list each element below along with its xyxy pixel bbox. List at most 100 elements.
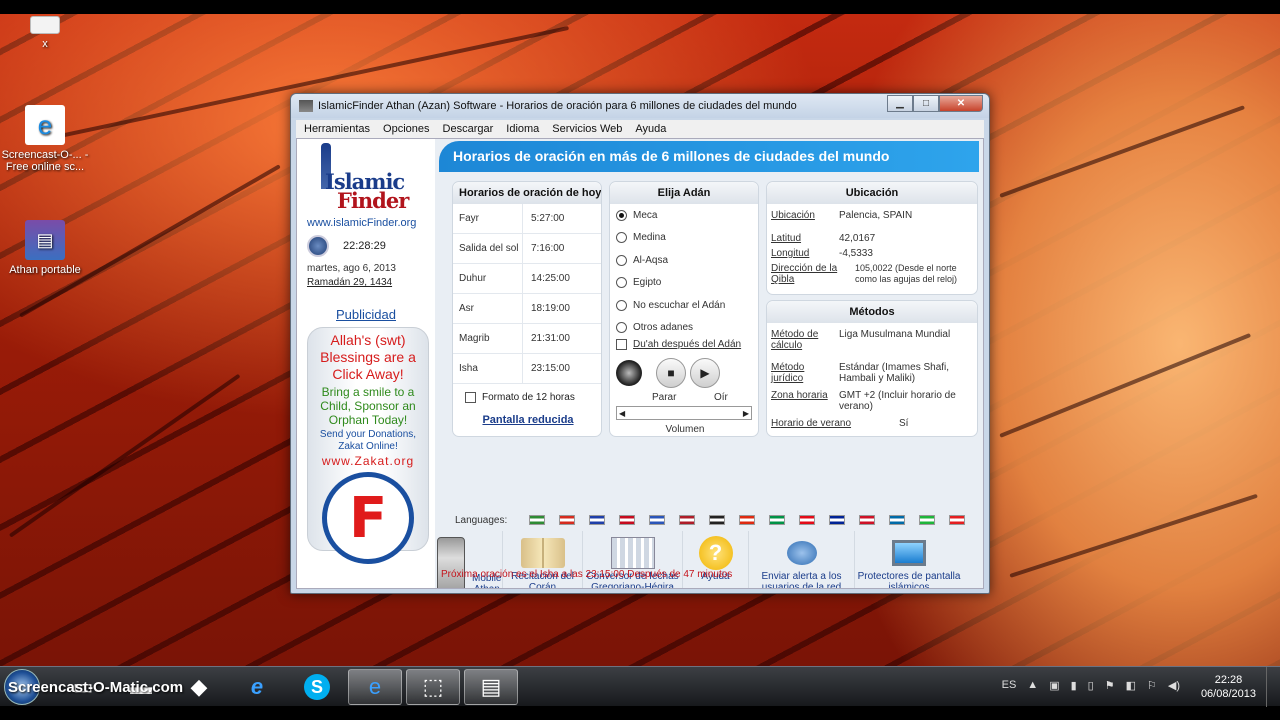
calendar-icon — [610, 535, 655, 571]
language-flag-icon[interactable] — [769, 515, 786, 525]
shortcut-screensavers[interactable]: Protectores de pantalla islámicos — [855, 531, 963, 588]
language-indicator[interactable]: ES — [1002, 679, 1017, 692]
radio-otros[interactable]: Otros adanes — [610, 317, 758, 340]
radio-no-adhan[interactable]: No escuchar el Adán — [610, 294, 758, 317]
radio-egipto[interactable]: Egipto — [610, 272, 758, 295]
radio-medina[interactable]: Medina — [610, 227, 758, 250]
play-button[interactable]: ▶ — [690, 358, 720, 389]
languages-label: Languages: — [455, 514, 508, 526]
volume-slider[interactable]: ◀ ▶ — [616, 406, 752, 420]
close-button[interactable]: ✕ — [939, 95, 983, 112]
shortcut-help[interactable]: ? Ayuda — [683, 531, 749, 588]
radio-meca[interactable]: Meca — [610, 204, 758, 227]
maximize-button[interactable]: □ — [913, 95, 939, 112]
taskbar-clock[interactable]: 22:28 06/08/2013 — [1201, 673, 1256, 701]
menu-ayuda[interactable]: Ayuda — [635, 123, 666, 135]
internet-explorer-icon: e — [25, 105, 65, 145]
radio-button[interactable] — [616, 254, 627, 266]
menu-descargar[interactable]: Descargar — [443, 123, 494, 135]
field-key[interactable]: Método jurídico — [771, 362, 839, 384]
radio-button[interactable] — [616, 322, 627, 334]
tray-app-icon[interactable]: ◧ — [1126, 679, 1136, 692]
minimize-button[interactable]: ▁ — [887, 95, 913, 112]
prayer-name: Fayr — [453, 204, 523, 233]
menu-idioma[interactable]: Idioma — [506, 123, 539, 135]
language-flag-icon[interactable] — [649, 515, 666, 525]
reduced-view-link[interactable]: Pantalla reducida — [453, 414, 603, 426]
radio-button[interactable] — [616, 299, 627, 311]
hijri-date[interactable]: Ramadán 29, 1434 — [307, 277, 392, 288]
field-key[interactable]: Longitud — [771, 248, 839, 259]
site-url[interactable]: www.islamicFinder.org — [307, 217, 416, 229]
wallpaper-script-stroke — [8, 373, 241, 538]
dua-checkbox[interactable]: Du'ah después del Adán — [610, 339, 758, 350]
desktop-icon-athan[interactable]: ▤ Athan portable — [0, 220, 90, 276]
radio-button[interactable] — [616, 232, 627, 244]
field-value: Sí — [899, 418, 909, 429]
checkbox-box[interactable] — [616, 339, 627, 350]
shortcut-quran[interactable]: Recitación del Corán — [503, 531, 583, 588]
language-flag-icon[interactable] — [619, 515, 636, 525]
field-key[interactable]: Zona horaria — [771, 390, 839, 412]
shortcut-mobile-athan[interactable]: Mobile Athan — [437, 531, 503, 588]
tray-app-icon[interactable]: ▣ — [1049, 679, 1059, 692]
current-date: martes, ago 6, 2013 — [307, 263, 396, 274]
slider-right-arrow-icon[interactable]: ▶ — [743, 409, 749, 418]
show-desktop-button[interactable] — [1266, 667, 1280, 707]
play-icon: ▶ — [700, 366, 710, 381]
language-flag-icon[interactable] — [949, 515, 966, 525]
taskbar: ▭ ▬ ◆ e S e ⬚ ▤ Screencast-O-Matic.com E… — [0, 666, 1280, 707]
field-key[interactable]: Método de cálculo — [771, 329, 839, 351]
language-flag-icon[interactable] — [799, 515, 816, 525]
stop-button[interactable]: ■ — [656, 358, 686, 389]
shortcut-network-alert[interactable]: Enviar alerta a los usuarios de la red — [749, 531, 855, 588]
network-icon[interactable]: ▮ — [1071, 679, 1077, 692]
language-flag-icon[interactable] — [559, 515, 576, 525]
field-key[interactable]: Ubicación — [771, 210, 839, 221]
taskbar-screencast[interactable]: ⬚ — [406, 669, 460, 705]
radio-button[interactable] — [616, 277, 627, 289]
language-flag-icon[interactable] — [679, 515, 696, 525]
language-flag-icon[interactable] — [919, 515, 936, 525]
field-key[interactable]: Horario de verano — [771, 418, 899, 429]
tray-delete-icon[interactable]: ▯ — [1088, 679, 1094, 692]
tray-expand-icon[interactable]: ▲ — [1027, 679, 1038, 692]
shortcut-date-converter[interactable]: Conversor de fechas Gregoriano-Hégira — [583, 531, 683, 588]
field-key[interactable]: Dirección de la Qibla — [771, 263, 855, 285]
checkbox-box[interactable] — [465, 392, 476, 403]
radio-button[interactable] — [616, 209, 627, 221]
radio-label: Meca — [633, 209, 658, 221]
window-titlebar[interactable]: IslamicFinder Athan (Azan) Software - Ho… — [291, 94, 989, 118]
language-flag-icon[interactable] — [829, 515, 846, 525]
field-key[interactable]: Latitud — [771, 233, 839, 244]
taskbar-athan[interactable]: ▤ — [464, 669, 518, 705]
publicidad-link[interactable]: Publicidad — [297, 307, 435, 322]
language-flag-icon[interactable] — [859, 515, 876, 525]
left-column: Islamic Finder www.islamicFinder.org 22:… — [297, 139, 435, 588]
radio-al-aqsa[interactable]: Al-Aqsa — [610, 249, 758, 272]
islamicfinder-logo[interactable]: Islamic Finder — [317, 143, 417, 215]
menu-herramientas[interactable]: Herramientas — [304, 123, 370, 135]
language-flag-icon[interactable] — [889, 515, 906, 525]
slider-left-arrow-icon[interactable]: ◀ — [619, 409, 625, 418]
taskbar-internet-explorer[interactable]: e — [230, 669, 284, 705]
next-prayer-status: Próxima oración es el Isha a las 23:15:0… — [441, 569, 733, 580]
language-flag-icon[interactable] — [739, 515, 756, 525]
taskbar-skype[interactable]: S — [290, 669, 344, 705]
flag-icon[interactable]: ⚑ — [1105, 679, 1115, 692]
desktop-icon-screencast[interactable]: e Screencast-O-... - Free online sc... — [0, 105, 90, 173]
tray-flag-icon[interactable]: ⚐ — [1147, 679, 1157, 692]
language-flag-icon[interactable] — [589, 515, 606, 525]
zakat-ad-banner[interactable]: Allah's (swt) Blessings are a Click Away… — [307, 327, 429, 564]
volume-icon[interactable]: ◀) — [1168, 679, 1180, 692]
format-12h-checkbox[interactable]: Formato de 12 horas — [465, 392, 575, 403]
menu-opciones[interactable]: Opciones — [383, 123, 429, 135]
desktop-icon-blank[interactable]: x — [0, 16, 90, 50]
language-flag-icon[interactable] — [529, 515, 546, 525]
taskbar-islamicfinder-active[interactable]: e — [348, 669, 402, 705]
help-icon: ? — [694, 535, 738, 571]
field-value: GMT +2 (Incluir horario de verano) — [839, 390, 956, 412]
language-flag-icon[interactable] — [709, 515, 726, 525]
menu-servicios-web[interactable]: Servicios Web — [552, 123, 622, 135]
method-row: Horario de verano Sí — [767, 418, 977, 429]
